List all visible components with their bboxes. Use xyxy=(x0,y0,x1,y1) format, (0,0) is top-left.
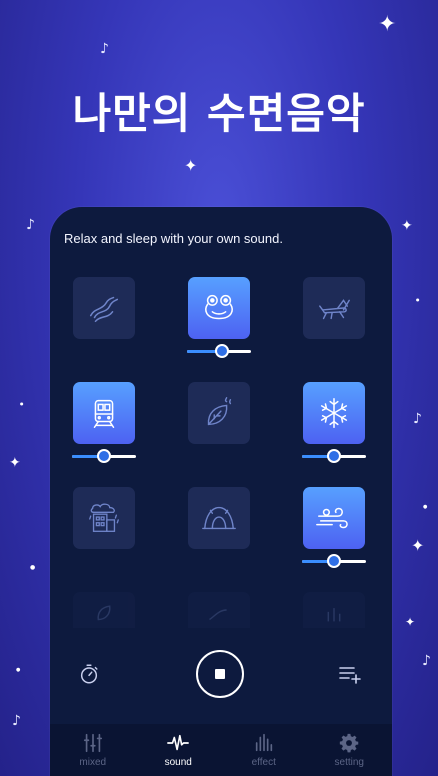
stop-button[interactable] xyxy=(196,650,244,698)
nav-label-mixed: mixed xyxy=(79,757,107,768)
sparkle-star: ● xyxy=(416,297,420,302)
volume-slider-snow[interactable] xyxy=(302,449,366,463)
volume-slider-train[interactable] xyxy=(72,449,136,463)
sparkle-star: ● xyxy=(423,504,428,510)
nav-label-effect: effect xyxy=(251,757,276,768)
timer-button[interactable] xyxy=(76,661,102,687)
slider-thumb[interactable] xyxy=(97,449,111,463)
sound-tile-wind[interactable] xyxy=(303,487,365,549)
sparkle-star: ✦ xyxy=(184,156,198,175)
sound-tile-leaf[interactable] xyxy=(188,382,250,444)
music-note-icon: ♪ xyxy=(422,653,431,669)
leaf-water-icon xyxy=(207,397,232,426)
sparkle-star: ✦ xyxy=(411,536,425,555)
sound-tile-snow[interactable] xyxy=(303,382,365,444)
frog-icon xyxy=(205,294,233,320)
sparkle-star: ✦ xyxy=(401,218,413,234)
sparkle-star: ● xyxy=(30,564,36,571)
sound-tile-faded[interactable] xyxy=(303,592,365,628)
headline: 나만의 수면음악 xyxy=(72,89,366,138)
equalizer-icon xyxy=(255,733,272,752)
wave-icon xyxy=(209,609,227,621)
volume-slider-wind[interactable] xyxy=(302,554,366,568)
nav-item-setting[interactable]: setting xyxy=(307,724,393,776)
wind-icon xyxy=(316,507,348,529)
train-icon xyxy=(93,399,115,429)
rain-building-icon xyxy=(89,503,119,532)
music-note-icon: ♪ xyxy=(26,217,35,233)
slider-thumb[interactable] xyxy=(215,344,230,358)
slider-thumb[interactable] xyxy=(327,449,341,463)
nav-label-sound: sound xyxy=(164,757,192,768)
sparkle-star: ✦ xyxy=(378,12,397,37)
sound-tile-train[interactable] xyxy=(73,382,135,444)
river-icon xyxy=(89,296,119,323)
mixer-icon xyxy=(83,733,102,753)
sound-tile-cricket[interactable] xyxy=(303,277,365,339)
cricket-icon xyxy=(319,299,350,320)
music-note-icon: ♪ xyxy=(413,411,422,427)
sparkle-star: ✦ xyxy=(9,455,21,471)
nav-item-mixed[interactable]: mixed xyxy=(50,724,136,776)
bars-icon xyxy=(327,608,341,622)
leaf-icon xyxy=(97,605,111,621)
music-note-icon: ♪ xyxy=(100,41,109,57)
sound-tile-faded[interactable] xyxy=(73,592,135,628)
sparkle-star: ✦ xyxy=(405,615,416,629)
sparkle-star: ● xyxy=(20,401,24,406)
volume-slider-frog[interactable] xyxy=(187,344,251,358)
sound-tile-faded[interactable] xyxy=(188,592,250,628)
nav-item-effect[interactable]: effect xyxy=(221,724,307,776)
bottom-nav: mixed sound effect setting xyxy=(50,724,392,776)
subtitle: Relax and sleep with your own sound. xyxy=(64,231,283,246)
slider-thumb[interactable] xyxy=(327,554,341,568)
sound-tile-cave[interactable] xyxy=(188,487,250,549)
stop-icon xyxy=(215,669,225,679)
nav-item-sound[interactable]: sound xyxy=(136,724,222,776)
stopwatch-icon xyxy=(80,664,98,684)
sound-tile-rain-building[interactable] xyxy=(73,487,135,549)
cave-icon xyxy=(202,506,236,530)
sparkle-star: ● xyxy=(16,667,21,673)
snowflake-icon xyxy=(320,397,348,429)
gear-icon xyxy=(340,733,359,753)
app-screen: Relax and sleep with your own sound. mix… xyxy=(50,207,392,776)
sound-tile-frog[interactable] xyxy=(188,277,250,339)
playlist-add-icon xyxy=(339,667,361,684)
sound-tile-river[interactable] xyxy=(73,277,135,339)
nav-label-setting: setting xyxy=(334,757,364,768)
music-note-icon: ♪ xyxy=(12,713,21,729)
playlist-add-button[interactable] xyxy=(337,661,363,687)
waveform-icon xyxy=(167,734,190,751)
